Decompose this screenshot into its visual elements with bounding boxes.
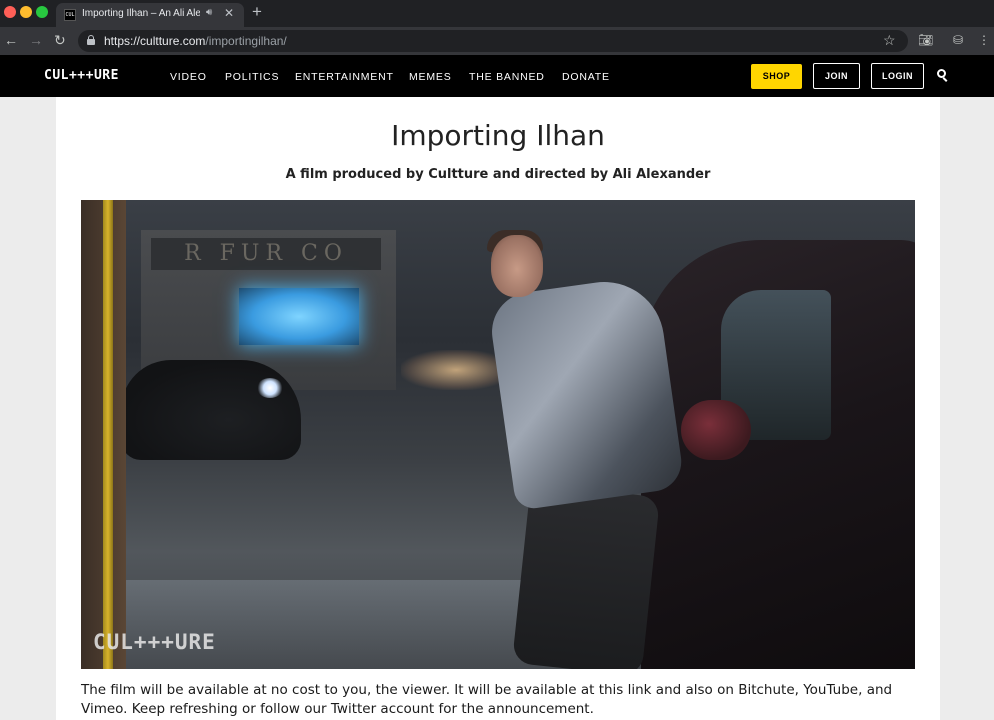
login-button[interactable]: LOGIN [871,63,924,89]
page-title: Importing Ilhan [391,119,605,152]
page-subtitle: A film produced by Cultture and directed… [285,167,711,182]
site-logo[interactable]: CUL+++URE [44,68,119,83]
video-scene-car-mirror [681,400,751,460]
page-body-text: The film will be available at no cost to… [81,682,893,717]
lock-icon[interactable] [87,35,95,45]
nav-video[interactable]: VIDEO [170,71,207,83]
window-minimize-button[interactable] [20,6,32,18]
tab-title: Importing Ilhan – An Ali Alexander Film [82,8,200,19]
camera-icon[interactable]: 📷︎ [918,33,933,47]
site-header: CUL+++URE VIDEO POLITICS ENTERTAINMENT M… [0,55,994,97]
back-arrow-icon[interactable]: ← [4,32,18,48]
menu-kebab-icon[interactable]: ⋮ [978,33,990,47]
video-scene-headlight [257,378,283,398]
tab-close-icon[interactable]: ✕ [224,6,234,20]
shop-button[interactable]: SHOP [751,64,802,89]
video-scene-pole [103,200,113,669]
nav-entertainment[interactable]: ENTERTAINMENT [295,71,394,83]
browser-toolbar: ← → ↻ https://cultture.com/importingilha… [0,27,994,55]
bookmark-star-icon[interactable]: ☆ [883,32,896,49]
video-scene-car-left [121,360,301,460]
nav-the-banned[interactable]: THE BANNED [469,71,545,83]
video-player[interactable]: R FUR CO CUL+++URE [81,200,915,669]
speaker-icon[interactable]: 🔊︎ [206,7,212,18]
url-text[interactable]: https://cultture.com/importingilhan/ [104,34,287,48]
reload-icon[interactable]: ↻ [54,32,66,48]
join-button[interactable]: JOIN [813,63,860,89]
forward-arrow-icon[interactable]: → [29,32,43,48]
site-favicon-icon: CUL [64,9,76,21]
browser-tab[interactable]: CUL Importing Ilhan – An Ali Alexander F… [56,3,244,27]
new-tab-button[interactable]: + [252,3,262,21]
search-icon[interactable] [937,69,949,83]
video-scene-person-jacket [486,274,686,511]
video-watermark-logo: CUL+++URE [93,630,216,654]
window-close-button[interactable] [4,6,16,18]
content-card: Importing Ilhan A film produced by Cultt… [56,97,940,720]
video-scene-person-head [491,235,543,297]
video-scene-person-legs [511,483,661,669]
browser-tab-strip: CUL Importing Ilhan – An Ali Alexander F… [0,0,994,27]
nav-memes[interactable]: MEMES [409,71,452,83]
url-path: /importingilhan/ [205,34,287,48]
extension-icon[interactable]: ⛁ [953,33,963,47]
video-scene-sign: R FUR CO [151,238,381,270]
url-host: https://cultture.com [104,34,206,48]
video-scene-screen [239,288,359,345]
nav-donate[interactable]: DONATE [562,71,610,83]
nav-politics[interactable]: POLITICS [225,71,279,83]
address-bar[interactable]: https://cultture.com/importingilhan/ ☆ [78,30,908,52]
window-zoom-button[interactable] [36,6,48,18]
